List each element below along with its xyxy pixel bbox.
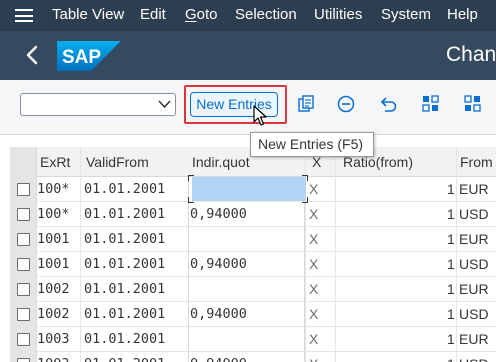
sap-logo-text: SAP	[62, 47, 101, 68]
cell-ratio-from: 1	[447, 231, 455, 247]
menu-edit[interactable]: Edit	[140, 6, 166, 23]
cell-x-flag[interactable]: X	[309, 331, 318, 347]
cell-validfrom: 01.01.2001	[84, 256, 166, 272]
row-select-checkbox[interactable]	[17, 283, 30, 296]
cell-from-currency: USD	[459, 356, 489, 362]
hamburger-menu-icon[interactable]	[15, 9, 33, 22]
column-header-indir-quot[interactable]: Indir.quot	[192, 154, 250, 170]
column-header-exrt[interactable]: ExRt	[40, 154, 70, 170]
row-select-checkbox[interactable]	[17, 183, 30, 196]
entries-table: ExRt ValidFrom Indir.quot X Ratio(from) …	[10, 147, 496, 362]
focus-corner	[302, 175, 308, 181]
cell-exrt: 1001	[37, 231, 70, 247]
cell-validfrom: 01.01.2001	[84, 181, 166, 197]
focus-corner	[302, 197, 308, 203]
table-row[interactable]: 1003 01.01.2001 X 1 EUR	[10, 327, 496, 352]
menu-goto-label: oto	[196, 6, 218, 23]
cell-x-flag[interactable]: X	[309, 356, 318, 362]
cell-from-currency: USD	[459, 306, 489, 322]
focus-corner	[188, 197, 194, 203]
title-bar: SAP Chang	[0, 31, 496, 80]
cell-x-flag[interactable]: X	[309, 281, 318, 297]
select-block-icon[interactable]	[464, 95, 482, 113]
mouse-pointer-icon	[253, 105, 267, 126]
cell-validfrom: 01.01.2001	[84, 206, 166, 222]
menu-utilities[interactable]: Utilities	[314, 6, 362, 23]
cell-validfrom: 01.01.2001	[84, 231, 166, 247]
column-header-from[interactable]: From	[460, 154, 493, 170]
cell-indir-quot[interactable]: 0,94000	[190, 206, 247, 222]
variant-select[interactable]	[20, 93, 176, 116]
cell-exrt: 1003	[37, 356, 70, 362]
cell-validfrom: 01.01.2001	[84, 281, 166, 297]
page-title: Chang	[446, 43, 496, 66]
column-header-validfrom[interactable]: ValidFrom	[86, 154, 149, 170]
menu-system[interactable]: System	[381, 6, 431, 23]
table-row[interactable]: 1002 01.01.2001 X 1 EUR	[10, 277, 496, 302]
sap-logo: SAP	[57, 41, 121, 71]
menu-selection[interactable]: Selection	[235, 6, 297, 23]
cell-from-currency: EUR	[459, 181, 489, 197]
cell-indir-quot[interactable]: 0,94000	[190, 306, 247, 322]
table-row[interactable]: 1003 01.01.2001 0,94000 X 1 USD	[10, 352, 496, 362]
table-row[interactable]: 100* 01.01.2001 0,94000 X 1 USD	[10, 202, 496, 227]
table-row[interactable]: 1002 01.01.2001 0,94000 X 1 USD	[10, 302, 496, 327]
cell-ratio-from: 1	[447, 331, 455, 347]
row-select-checkbox[interactable]	[17, 333, 30, 346]
cell-x-flag[interactable]: X	[309, 181, 318, 197]
cell-validfrom: 01.01.2001	[84, 356, 165, 362]
cell-exrt: 1002	[37, 306, 70, 322]
focus-corner	[188, 175, 194, 181]
cell-ratio-from: 1	[447, 281, 455, 297]
cell-ratio-from: 1	[447, 356, 455, 362]
row-select-checkbox[interactable]	[17, 233, 30, 246]
undo-icon[interactable]	[380, 95, 398, 113]
cell-indir-quot[interactable]: 0,94000	[190, 356, 247, 362]
table-row[interactable]: 1001 01.01.2001 0,94000 X 1 USD	[10, 252, 496, 277]
cell-validfrom: 01.01.2001	[84, 331, 166, 347]
cell-x-flag[interactable]: X	[309, 231, 318, 247]
cell-from-currency: USD	[459, 206, 489, 222]
row-select-checkbox[interactable]	[17, 258, 30, 271]
new-entries-tooltip: New Entries (F5)	[250, 132, 374, 157]
chevron-down-icon	[158, 100, 171, 109]
cell-exrt: 100*	[37, 206, 70, 222]
delete-icon[interactable]	[337, 95, 355, 113]
cell-exrt: 1002	[37, 281, 70, 297]
row-select-checkbox[interactable]	[17, 308, 30, 321]
cell-exrt: 1003	[37, 331, 70, 347]
menu-help[interactable]: Help	[447, 6, 478, 23]
active-input-cell[interactable]	[192, 177, 306, 201]
cell-from-currency: EUR	[459, 231, 489, 247]
cell-x-flag[interactable]: X	[309, 306, 318, 322]
copy-as-icon[interactable]	[297, 95, 315, 113]
select-all-icon[interactable]	[422, 95, 440, 113]
cell-ratio-from: 1	[447, 306, 455, 322]
menu-goto[interactable]: Goto	[185, 6, 218, 23]
table-row[interactable]: 1001 01.01.2001 X 1 EUR	[10, 227, 496, 252]
menu-bar: Table View Edit Goto Selection Utilities…	[0, 0, 496, 31]
application-toolbar: New Entries	[0, 80, 496, 135]
cell-exrt: 100*	[37, 181, 70, 197]
cell-exrt: 1001	[37, 256, 70, 272]
cell-x-flag[interactable]: X	[309, 206, 318, 222]
menu-table-view[interactable]: Table View	[52, 6, 124, 23]
cell-ratio-from: 1	[447, 256, 455, 272]
cell-ratio-from: 1	[447, 181, 455, 197]
cell-from-currency: EUR	[459, 331, 489, 347]
cell-x-flag[interactable]: X	[309, 256, 318, 272]
row-select-checkbox[interactable]	[17, 208, 30, 221]
cell-from-currency: USD	[459, 256, 489, 272]
back-arrow-icon[interactable]	[22, 44, 44, 66]
cell-validfrom: 01.01.2001	[84, 306, 166, 322]
cell-ratio-from: 1	[447, 206, 455, 222]
cell-from-currency: EUR	[459, 281, 489, 297]
cell-indir-quot[interactable]: 0,94000	[190, 256, 247, 272]
row-select-checkbox[interactable]	[17, 358, 30, 362]
menu-goto-mnemonic: G	[185, 6, 197, 23]
